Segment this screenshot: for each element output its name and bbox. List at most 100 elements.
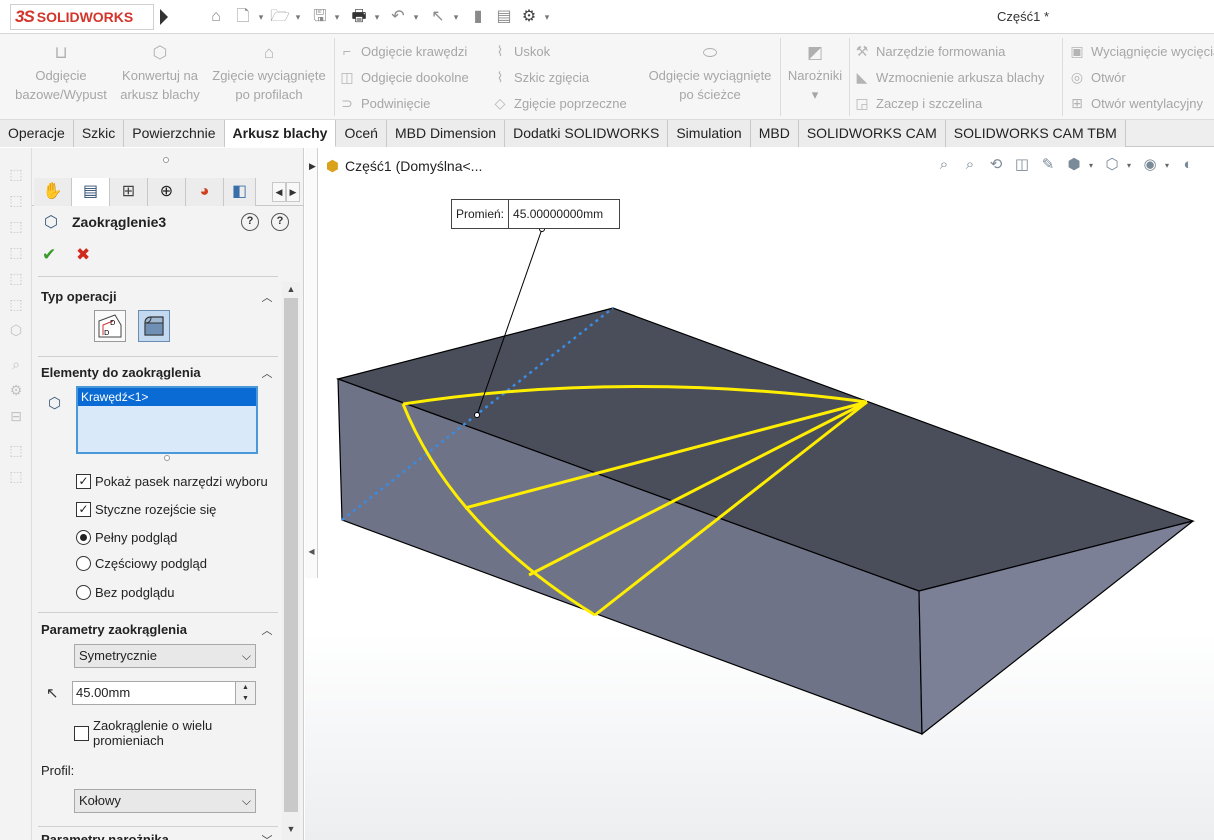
- print-icon[interactable]: 🖶: [349, 7, 369, 27]
- home-icon[interactable]: ⌂: [206, 7, 226, 27]
- cross-break-button[interactable]: ◇ Zgięcie poprzeczne: [491, 92, 627, 114]
- solidworks-logo[interactable]: 3S SOLIDWORKS: [10, 4, 154, 30]
- feature-tree-root[interactable]: ▶ ⬢ Część1 (Domyślna<...: [309, 157, 482, 175]
- expand-triangle-icon[interactable]: ▶: [309, 161, 316, 172]
- tool-icon[interactable]: ⬚: [6, 466, 26, 486]
- miter-flange-button[interactable]: ◫ Odgięcie dookolne: [338, 66, 468, 88]
- tab-dimxpert-manager[interactable]: ⊕: [148, 178, 186, 206]
- view-orientation-icon[interactable]: ⬢: [1063, 154, 1085, 176]
- tab-szkic[interactable]: Szkic: [73, 120, 125, 147]
- tab-solidworks-cam-tbm[interactable]: SOLIDWORKS CAM TBM: [945, 120, 1126, 147]
- tab-property-manager[interactable]: ▤: [72, 178, 110, 206]
- feature-icon[interactable]: ⬚: [6, 242, 26, 262]
- fillet-constant-size-option[interactable]: D D: [94, 310, 126, 342]
- select-dropdown-caret-icon[interactable]: ▾: [451, 9, 461, 25]
- ok-checkmark-icon[interactable]: ✔: [42, 245, 62, 265]
- sheet-metal-gusset-button[interactable]: ◣ Wzmocnienie arkusza blachy: [853, 66, 1045, 88]
- feature-icon[interactable]: ⬚: [6, 216, 26, 236]
- new-dropdown-caret-icon[interactable]: ▾: [256, 9, 266, 25]
- select-cursor-icon[interactable]: ↖: [428, 7, 448, 27]
- show-toolbar-checkbox[interactable]: ✓ Pokaż pasek narzędzi wyboru: [76, 472, 268, 490]
- extruded-cut-button[interactable]: ▣ Wyciągnięcie wycięcia: [1068, 40, 1214, 62]
- menu-expand-arrow-icon[interactable]: [160, 9, 168, 25]
- radius-callout[interactable]: Promień: 45.00000000mm: [451, 199, 621, 229]
- tool-icon[interactable]: ⊟: [6, 406, 26, 426]
- view-orientation-caret-icon[interactable]: ▾: [1089, 161, 1093, 170]
- tool-icon[interactable]: ⌕: [6, 354, 26, 374]
- spin-up-icon[interactable]: ▲: [236, 682, 255, 693]
- feature-icon[interactable]: ⬚: [6, 268, 26, 288]
- display-style-caret-icon[interactable]: ▾: [1127, 161, 1131, 170]
- feature-icon[interactable]: ⬡: [6, 320, 26, 340]
- rebuild-icon[interactable]: ▮: [468, 7, 488, 27]
- multi-radius-checkbox[interactable]: Zaokrąglenie o wielu promieniach: [74, 718, 254, 748]
- corners-caret-icon[interactable]: ▾: [782, 85, 848, 104]
- hide-show-caret-icon[interactable]: ▾: [1165, 161, 1169, 170]
- panel-resize-grip[interactable]: [163, 157, 169, 163]
- tab-feature-manager[interactable]: ✋: [34, 178, 72, 206]
- collapse-panel-arrow-icon[interactable]: ◀: [307, 545, 316, 559]
- collapse-chevron-icon[interactable]: ﹀: [260, 832, 274, 840]
- collapse-chevron-icon[interactable]: ︿: [260, 289, 274, 304]
- scroll-up-icon[interactable]: ▲: [282, 282, 300, 296]
- tool-icon[interactable]: ⚙: [6, 380, 26, 400]
- zoom-to-fit-icon[interactable]: ⌕: [933, 154, 955, 176]
- save-icon[interactable]: 🖫: [310, 7, 330, 27]
- edges-selection-box[interactable]: Krawędź<1>: [76, 386, 258, 454]
- tool-icon[interactable]: ⬚: [6, 440, 26, 460]
- feature-icon[interactable]: ⬚: [6, 164, 26, 184]
- radius-spinner[interactable]: ▲ ▼: [235, 681, 256, 705]
- selected-edge-item[interactable]: Krawędź<1>: [78, 388, 256, 406]
- feature-icon[interactable]: ⬚: [6, 294, 26, 314]
- swept-flange-button[interactable]: ⬭ Odgięcie wyciągnięte po ścieżce: [640, 42, 780, 104]
- file-properties-icon[interactable]: ▤: [494, 7, 514, 27]
- hole-button[interactable]: ◎ Otwór: [1068, 66, 1126, 88]
- list-resize-grip[interactable]: [164, 455, 170, 461]
- base-flange-button[interactable]: ⊔ Odgięcie bazowe/Wypust: [8, 42, 114, 104]
- edge-flange-button[interactable]: ⌐ Odgięcie krawędzi: [338, 40, 467, 62]
- tab-and-slot-button[interactable]: ◲ Zaczep i szczelina: [853, 92, 982, 114]
- help-icon[interactable]: ?: [271, 213, 289, 231]
- forming-tool-button[interactable]: ⚒ Narzędzie formowania: [853, 40, 1006, 62]
- tangent-propagation-checkbox[interactable]: ✓ Styczne rozejście się: [76, 500, 216, 518]
- display-style-icon[interactable]: ⬡: [1101, 154, 1123, 176]
- radius-input[interactable]: 45.00mm: [72, 681, 236, 705]
- tab-arkusz-blachy[interactable]: Arkusz blachy: [224, 120, 337, 147]
- spin-down-icon[interactable]: ▼: [236, 693, 255, 704]
- fillet-method-select[interactable]: Symetrycznie ⌵: [74, 644, 256, 668]
- tabs-scroll-right-icon[interactable]: ▶: [286, 182, 300, 202]
- edit-appearance-icon[interactable]: ◐: [1177, 154, 1199, 176]
- open-dropdown-caret-icon[interactable]: ▾: [293, 9, 303, 25]
- tabs-scroll-left-icon[interactable]: ◀: [272, 182, 286, 202]
- options-dropdown-caret-icon[interactable]: ▾: [542, 9, 552, 25]
- undo-dropdown-caret-icon[interactable]: ▾: [411, 9, 421, 25]
- print-dropdown-caret-icon[interactable]: ▾: [372, 9, 382, 25]
- collapse-chevron-icon[interactable]: ︿: [260, 365, 274, 380]
- tab-mbd-dimension[interactable]: MBD Dimension: [386, 120, 506, 147]
- sketched-bend-button[interactable]: ⌇ Szkic zgięcia: [491, 66, 590, 88]
- jog-button[interactable]: ⌇ Uskok: [491, 40, 551, 62]
- collapse-chevron-icon[interactable]: ︿: [260, 622, 274, 637]
- tab-cam-manager[interactable]: ◧: [224, 178, 256, 206]
- save-dropdown-caret-icon[interactable]: ▾: [332, 9, 342, 25]
- vent-button[interactable]: ⊞ Otwór wentylacyjny: [1068, 92, 1203, 114]
- scroll-down-icon[interactable]: ▼: [282, 822, 300, 836]
- callout-value[interactable]: 45.00000000mm: [509, 200, 619, 228]
- scrollbar-thumb[interactable]: [284, 298, 298, 812]
- full-preview-radio[interactable]: Pełny podgląd: [76, 528, 177, 546]
- part-model-view[interactable]: [305, 148, 1214, 840]
- corners-button[interactable]: ◩ Narożniki ▾: [782, 42, 848, 104]
- tab-solidworks-cam[interactable]: SOLIDWORKS CAM: [798, 120, 946, 147]
- lofted-bend-button[interactable]: ⌂ Zgięcie wyciągnięte po profilach: [206, 42, 332, 104]
- hide-show-items-icon[interactable]: ◉: [1139, 154, 1161, 176]
- tab-configuration-manager[interactable]: ⊞: [110, 178, 148, 206]
- convert-to-sheet-metal-button[interactable]: ⬡ Konwertuj na arkusz blachy: [114, 42, 206, 104]
- no-preview-radio[interactable]: Bez podglądu: [76, 583, 175, 601]
- previous-view-icon[interactable]: ⟲: [985, 154, 1007, 176]
- whats-wrong-help-icon[interactable]: ?: [241, 213, 259, 231]
- tab-ocen[interactable]: Oceń: [336, 120, 387, 147]
- tab-display-manager[interactable]: ◕: [186, 178, 224, 206]
- tab-powierzchnie[interactable]: Powierzchnie: [124, 120, 225, 147]
- face-fillet-option[interactable]: [138, 310, 170, 342]
- callout-anchor-handle[interactable]: [474, 412, 480, 418]
